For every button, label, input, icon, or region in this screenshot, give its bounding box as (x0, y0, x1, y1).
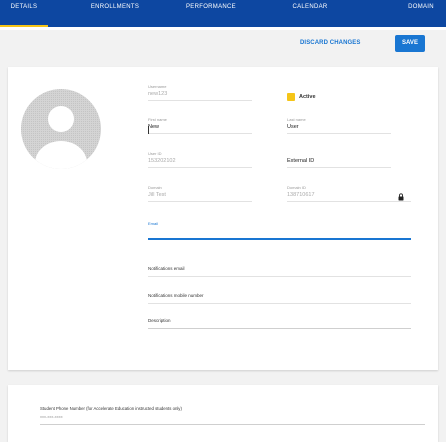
user-id-value: 153202102 (148, 158, 176, 164)
description-field[interactable] (148, 325, 411, 329)
description-label: Description (148, 318, 171, 323)
lock-icon (398, 193, 404, 201)
notifications-email-field[interactable] (148, 273, 411, 277)
student-phone-card (8, 385, 438, 442)
first-name-value: New (148, 124, 160, 130)
username-value: new123 (148, 91, 168, 97)
user-id-field: User ID 153202102 (148, 151, 252, 168)
email-field[interactable]: Email (148, 221, 411, 240)
save-button[interactable]: SAVE (395, 35, 425, 52)
text-cursor (148, 126, 149, 134)
notifications-mobile-field[interactable] (148, 300, 411, 304)
domain-field: Domain Jill Test (148, 185, 252, 202)
tab-calendar[interactable]: CALENDAR (280, 0, 340, 27)
avatar-placeholder-icon (21, 89, 101, 169)
notifications-email-label: Notifications email (148, 266, 185, 271)
student-phone-input[interactable]: xxx-xxx-xxxx (40, 414, 63, 419)
tab-details[interactable]: DETAILS (0, 0, 48, 27)
domain-id-field: Domain ID 138710617 (287, 185, 411, 202)
external-id-field[interactable]: External ID (287, 156, 391, 168)
domain-value: Jill Test (148, 192, 166, 198)
tab-bar: DETAILS ENROLLMENTS PERFORMANCE CALENDAR… (0, 0, 446, 27)
last-name-value: User (287, 124, 299, 130)
top-bar: DETAILS ENROLLMENTS PERFORMANCE CALENDAR… (0, 0, 446, 30)
active-checkbox[interactable] (287, 93, 295, 101)
first-name-field[interactable]: First name New (148, 117, 252, 134)
domain-id-value: 138710617 (287, 192, 315, 198)
tab-enrollments[interactable]: ENROLLMENTS (80, 0, 150, 27)
username-field[interactable]: Username new123 (148, 84, 252, 101)
active-label: Active (299, 94, 316, 100)
student-phone-label: Student Phone Number (for Accelerate Edu… (40, 406, 182, 411)
tab-performance[interactable]: PERFORMANCE (176, 0, 246, 27)
discard-changes-button[interactable]: DISCARD CHANGES (300, 40, 361, 46)
tab-domain[interactable]: DOMAIN (396, 0, 446, 27)
last-name-field[interactable]: Last name User (287, 117, 391, 134)
notifications-mobile-label: Notifications mobile number (148, 293, 204, 298)
external-id-label: External ID (287, 158, 315, 164)
student-phone-underline (40, 424, 425, 425)
